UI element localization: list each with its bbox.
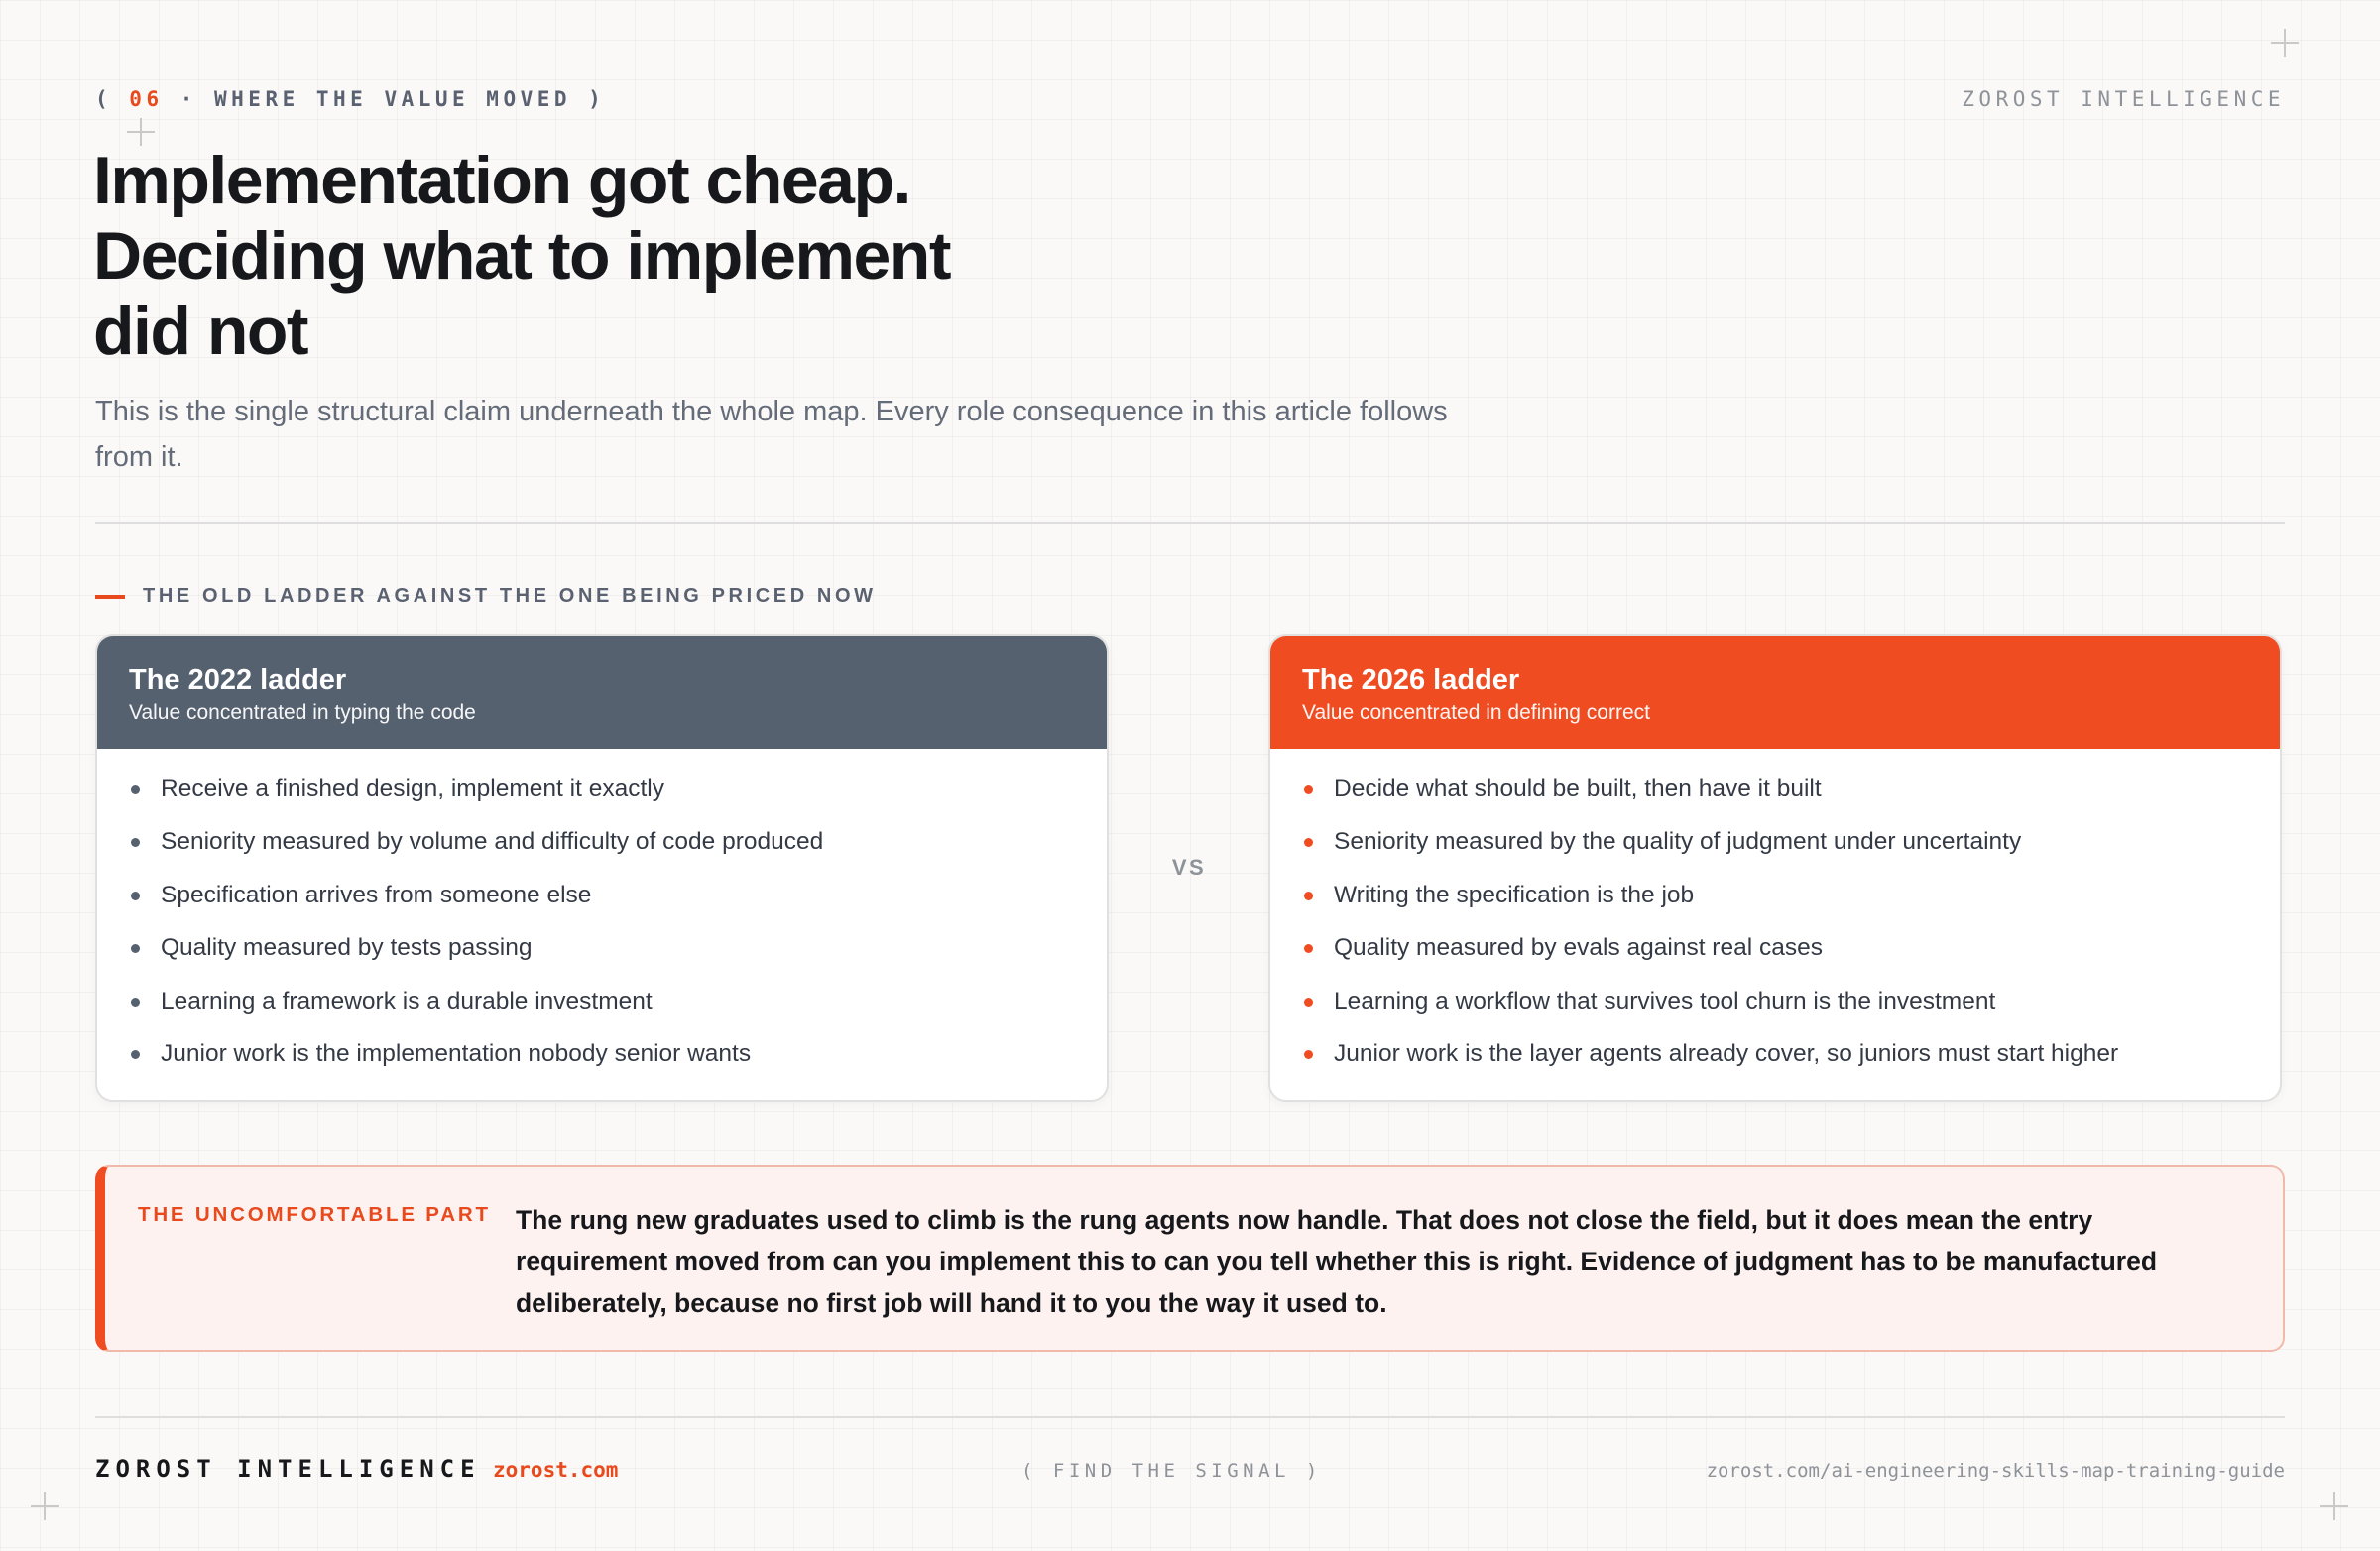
plus-marker-icon [2271,29,2299,57]
eyebrow-label: · WHERE THE VALUE MOVED ) [163,87,606,111]
ladder-list: Decide what should be built, then have i… [1270,749,2280,1071]
list-item-text: Seniority measured by volume and difficu… [161,828,824,856]
bullet-dot-icon [1304,1049,1313,1059]
bullet-dot-icon [131,997,140,1007]
footer-site-link[interactable]: zorost.com [493,1458,618,1482]
list-item: Writing the specification is the job [1302,879,2248,912]
bullet-dot-icon [1304,838,1313,848]
card-title: The 2026 ladder [1302,664,1520,696]
title-line-1: Implementation got cheap. [93,143,911,218]
list-item: Seniority measured by the quality of jud… [1302,825,2248,859]
bullet-dot-icon [1304,944,1313,954]
section-label-text: THE OLD LADDER AGAINST THE ONE BEING PRI… [143,585,877,607]
list-item: Specification arrives from someone else [129,879,1075,912]
section-label: THE OLD LADDER AGAINST THE ONE BEING PRI… [95,585,877,608]
list-item: Learning a workflow that survives tool c… [1302,985,2248,1018]
bullet-dot-icon [131,1049,140,1059]
ladder-card-2026: The 2026 ladder Value concentrated in de… [1268,634,2282,1102]
list-item: Junior work is the implementation nobody… [129,1037,1075,1071]
title-line-3: did not [93,294,309,369]
section-number: 06 [129,87,164,111]
ladder-list: Receive a finished design, implement it … [97,749,1107,1071]
callout-text: The rung new graduates used to climb is … [516,1205,2158,1318]
bullet-dot-icon [1304,997,1313,1007]
bullet-dot-icon [131,838,140,848]
list-item-text: Seniority measured by the quality of jud… [1334,828,2022,856]
footer-tagline: ( FIND THE SIGNAL ) [1021,1460,1322,1482]
footer-article-url[interactable]: zorost.com/ai-engineering-skills-map-tra… [1707,1460,2285,1482]
bullet-dot-icon [131,891,140,900]
bullet-dot-icon [1304,891,1313,900]
list-item-text: Learning a workflow that survives tool c… [1334,987,1996,1014]
vs-label: VS [1171,855,1207,880]
eyebrow-open: ( [95,87,130,111]
list-item: Learning a framework is a durable invest… [129,985,1075,1018]
page-title: Implementation got cheap. Deciding what … [93,143,1184,369]
bullet-dot-icon [131,785,140,794]
list-item-text: Quality measured by tests passing [161,934,533,962]
list-item-text: Junior work is the layer agents already … [1334,1039,2119,1067]
list-item-text: Learning a framework is a durable invest… [161,987,653,1014]
list-item-text: Decide what should be built, then have i… [1334,776,1822,802]
page-subtitle: This is the single structural claim unde… [95,396,1448,473]
list-item-text: Quality measured by evals against real c… [1334,934,1823,962]
list-item: Quality measured by tests passing [129,931,1075,965]
plus-marker-icon [127,118,155,146]
footer-divider [95,1416,2285,1418]
callout-label: THE UNCOMFORTABLE PART [138,1203,491,1226]
card-header: The 2026 ladder Value concentrated in de… [1270,636,2280,749]
divider [95,522,2285,524]
list-item-text: Junior work is the implementation nobody… [161,1039,752,1067]
brand-header: ZOROST INTELLIGENCE [1962,87,2285,111]
list-item: Seniority measured by volume and difficu… [129,825,1075,859]
title-line-2: Deciding what to implement [93,218,951,294]
ladder-card-2022: The 2022 ladder Value concentrated in ty… [95,634,1109,1102]
plus-marker-icon [31,1492,59,1520]
list-item: Quality measured by evals against real c… [1302,931,2248,965]
card-subtitle: Value concentrated in typing the code [129,701,476,724]
list-item: Junior work is the layer agents already … [1302,1037,2248,1071]
bullet-dot-icon [1304,785,1313,794]
plus-marker-icon [2320,1492,2348,1520]
card-title: The 2022 ladder [129,664,347,696]
list-item-text: Receive a finished design, implement it … [161,776,664,802]
bullet-dot-icon [131,944,140,954]
footer-brand: ZOROST INTELLIGENCE [95,1455,481,1483]
list-item-text: Specification arrives from someone else [161,881,592,908]
list-item: Decide what should be built, then have i… [1302,773,2248,806]
list-item-text: Writing the specification is the job [1334,881,1695,908]
section-eyebrow: ( 06 · WHERE THE VALUE MOVED ) [95,87,605,111]
card-subtitle: Value concentrated in defining correct [1302,701,1650,724]
card-header: The 2022 ladder Value concentrated in ty… [97,636,1107,749]
accent-dash [95,594,125,599]
list-item: Receive a finished design, implement it … [129,773,1075,806]
callout-box: THE UNCOMFORTABLE PART The rung new grad… [95,1165,2285,1352]
